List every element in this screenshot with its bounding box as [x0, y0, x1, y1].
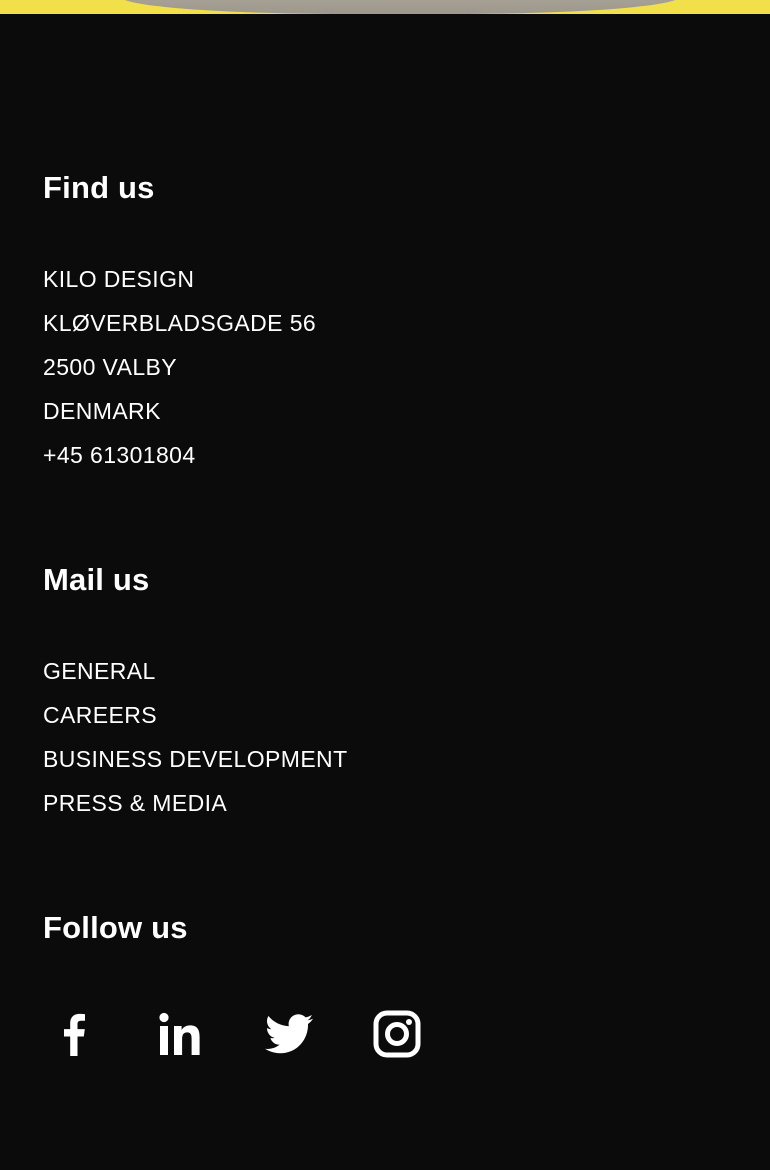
address-phone[interactable]: +45 61301804 — [43, 433, 316, 477]
find-us-heading: Find us — [43, 170, 155, 205]
facebook-link[interactable] — [43, 1004, 103, 1064]
linkedin-link[interactable] — [151, 1004, 211, 1064]
mail-item-careers: CAREERS — [43, 693, 348, 737]
mail-item-business-development: BUSINESS DEVELOPMENT — [43, 737, 348, 781]
address-country: DENMARK — [43, 398, 161, 424]
mail-link-business-development[interactable]: BUSINESS DEVELOPMENT — [43, 746, 348, 772]
social-links — [43, 1004, 427, 1064]
hero-image-strip — [0, 0, 770, 14]
instagram-icon — [373, 1010, 421, 1058]
follow-us-heading: Follow us — [43, 910, 188, 945]
site-footer: Find us KILO DESIGN KLØVERBLADSGADE 56 2… — [0, 14, 770, 1170]
phone-link[interactable]: +45 61301804 — [43, 442, 196, 468]
instagram-link[interactable] — [367, 1004, 427, 1064]
mail-links-list: GENERAL CAREERS BUSINESS DEVELOPMENT PRE… — [43, 649, 348, 825]
address-list: KILO DESIGN KLØVERBLADSGADE 56 2500 VALB… — [43, 257, 316, 477]
mail-item-general: GENERAL — [43, 649, 348, 693]
mail-link-general[interactable]: GENERAL — [43, 658, 156, 684]
address-street: KLØVERBLADSGADE 56 — [43, 310, 317, 336]
mail-link-careers[interactable]: CAREERS — [43, 702, 157, 728]
address-company: KILO DESIGN — [43, 266, 195, 292]
facebook-icon — [64, 1013, 85, 1056]
mail-us-heading: Mail us — [43, 562, 150, 597]
mail-link-press-media[interactable]: PRESS & MEDIA — [43, 790, 227, 816]
hero-photo — [120, 0, 680, 14]
mail-item-press-media: PRESS & MEDIA — [43, 781, 348, 825]
address-city: 2500 VALBY — [43, 354, 178, 380]
linkedin-icon — [159, 1012, 200, 1055]
twitter-icon — [265, 1014, 313, 1054]
twitter-link[interactable] — [259, 1004, 319, 1064]
